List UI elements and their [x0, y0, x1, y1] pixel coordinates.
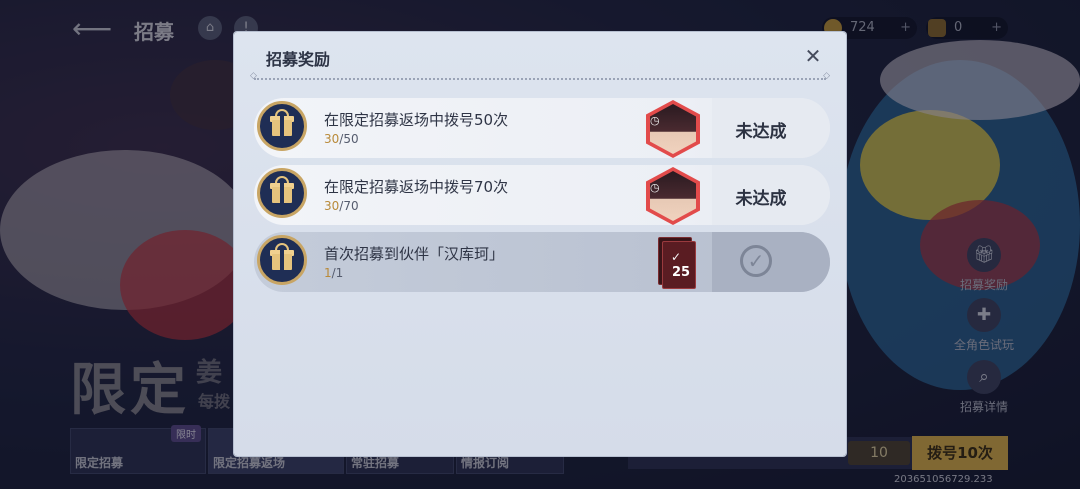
claimed-check-icon: ✓ — [740, 245, 772, 277]
reward-row: 在限定招募返场中拨号50次 30/50 ◷ 未达成 — [254, 98, 830, 158]
gift-icon — [257, 101, 307, 151]
status-area: 未达成 — [712, 165, 830, 225]
reward-count: 25 — [672, 265, 691, 280]
progress-total: /1 — [331, 266, 344, 280]
character-portrait-icon[interactable]: ◷ — [646, 167, 700, 225]
status-area: ✓ — [712, 232, 830, 292]
dialog-title: 招募奖励 — [266, 50, 331, 69]
character-portrait-icon[interactable]: ◷ — [646, 100, 700, 158]
progress-total: /70 — [339, 199, 359, 213]
check-icon: ✓ — [671, 250, 682, 264]
recruit-reward-dialog: 招募奖励 ✕ 在限定招募返场中拨号50次 30/50 ◷ 未达成 在限定招募返场… — [234, 32, 846, 456]
gift-ribbon — [280, 116, 284, 136]
reward-progress: 30/50 — [324, 132, 359, 146]
progress-current: 30 — [324, 132, 340, 146]
reward-row: 在限定招募返场中拨号70次 30/70 ◷ 未达成 — [254, 165, 830, 225]
gift-icon — [257, 168, 307, 218]
reward-task-title: 在限定招募返场中拨号70次 — [324, 178, 509, 196]
gift-icon — [257, 235, 307, 285]
status-area: 未达成 — [712, 98, 830, 158]
reward-progress: 30/70 — [324, 199, 359, 213]
gift-ribbon — [280, 183, 284, 203]
progress-current: 30 — [324, 199, 340, 213]
reward-task-title: 在限定招募返场中拨号50次 — [324, 111, 509, 129]
status-label: 未达成 — [735, 189, 787, 209]
reward-row: 首次招募到伙伴「汉库珂」 1/1 ✓ 25 ✓ — [254, 232, 830, 292]
progress-current: 1 — [324, 266, 332, 280]
status-label: 未达成 — [735, 122, 787, 142]
progress-total: /50 — [339, 132, 359, 146]
clock-icon: ◷ — [650, 114, 660, 127]
card-pack-icon[interactable]: ✓ 25 — [658, 237, 696, 289]
reward-progress: 1/1 — [324, 266, 343, 280]
title-divider — [250, 71, 830, 81]
gift-ribbon — [280, 250, 284, 270]
reward-task-title: 首次招募到伙伴「汉库珂」 — [324, 245, 505, 263]
clock-icon: ◷ — [650, 181, 660, 194]
close-x-icon[interactable]: ✕ — [802, 45, 824, 67]
